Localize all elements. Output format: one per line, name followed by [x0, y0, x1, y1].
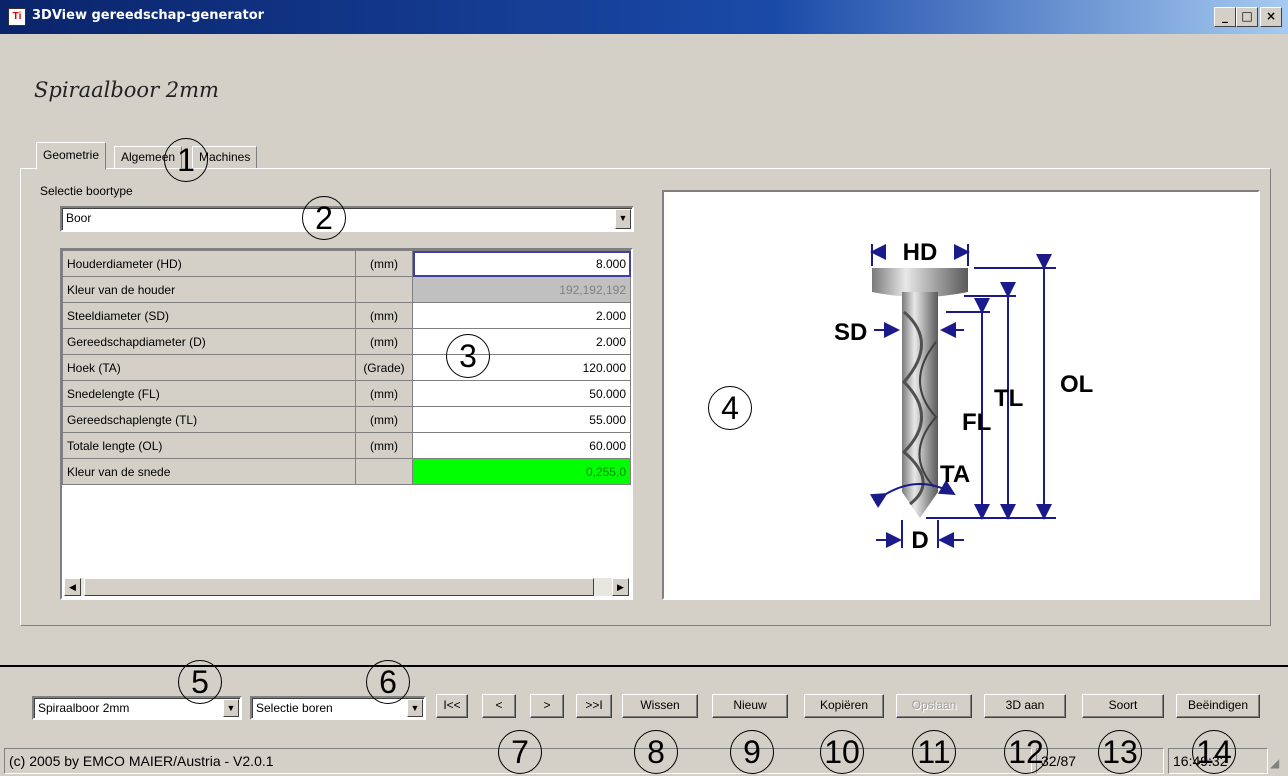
- param-value[interactable]: 60.000: [412, 432, 631, 459]
- prev-record-button[interactable]: <: [482, 694, 516, 718]
- label-ol: OL: [1060, 371, 1093, 398]
- tab-geometrie[interactable]: Geometrie: [36, 142, 107, 170]
- first-record-button[interactable]: I<<: [436, 694, 468, 718]
- minimize-button[interactable]: _: [1214, 7, 1236, 27]
- filter-select-value: Selectie boren: [256, 701, 333, 715]
- label-d: D: [911, 527, 928, 554]
- callout-14: 14: [1192, 730, 1236, 774]
- param-value[interactable]: 2.000: [412, 302, 631, 329]
- chevron-down-icon[interactable]: ▼: [223, 699, 239, 717]
- drill-diagram: HD SD OL TL FL TA D: [834, 239, 1093, 554]
- callout-13: 13: [1098, 730, 1142, 774]
- param-name: Totale lengte (OL): [62, 432, 356, 459]
- param-name: Kleur van de snede: [62, 458, 356, 485]
- maximize-button[interactable]: □: [1236, 7, 1258, 27]
- sort-button[interactable]: Soort: [1082, 694, 1164, 718]
- param-unit: (mm): [354, 328, 414, 355]
- param-name: Snedelengte (FL): [62, 380, 356, 407]
- drill-type-value: Boor: [66, 211, 92, 225]
- callout-3: 3: [446, 334, 490, 378]
- callout-4: 4: [708, 386, 752, 430]
- callout-2: 2: [302, 196, 346, 240]
- param-name: Steeldiameter (SD): [62, 302, 356, 329]
- param-unit: [354, 458, 414, 485]
- callout-10: 10: [820, 730, 864, 774]
- param-value[interactable]: 50.000: [412, 380, 631, 407]
- param-unit: (mm): [354, 250, 414, 277]
- drill-type-select[interactable]: Boor ▼: [60, 206, 634, 232]
- save-button[interactable]: Opslaan: [896, 694, 972, 718]
- drill-diagram-panel: HD SD OL TL FL TA D: [662, 190, 1260, 600]
- table-row[interactable]: Snedelengte (FL) (mm) 50.000: [62, 380, 631, 407]
- table-row[interactable]: Hoek (TA) (Grade) 120.000: [62, 354, 631, 381]
- callout-7: 7: [498, 730, 542, 774]
- param-unit: (mm): [354, 302, 414, 329]
- callout-6: 6: [366, 660, 410, 704]
- label-tl: TL: [994, 385, 1023, 412]
- param-value[interactable]: 0,255,0: [412, 458, 631, 485]
- callout-8: 8: [634, 730, 678, 774]
- callout-9: 9: [730, 730, 774, 774]
- table-row[interactable]: Kleur van de houder 192,192,192: [62, 276, 631, 303]
- next-record-button[interactable]: >: [530, 694, 564, 718]
- label-fl: FL: [962, 409, 991, 436]
- param-value[interactable]: 8.000: [412, 250, 631, 277]
- horizontal-scrollbar[interactable]: ◀ ▶: [64, 578, 629, 596]
- new-button[interactable]: Nieuw: [712, 694, 788, 718]
- scroll-left-icon[interactable]: ◀: [64, 578, 81, 596]
- param-unit: [354, 276, 414, 303]
- window-title: 3DView gereedschap-generator: [32, 8, 265, 23]
- tool-select-value: Spiraalboor 2mm: [38, 701, 130, 715]
- callout-1: 1: [164, 138, 208, 182]
- app-icon: Ti: [8, 8, 26, 26]
- chevron-down-icon[interactable]: ▼: [615, 209, 631, 229]
- close-button[interactable]: ×: [1260, 7, 1282, 27]
- table-row[interactable]: Kleur van de snede 0,255,0: [62, 458, 631, 485]
- parameter-grid[interactable]: Houderdiameter (HD) (mm) 8.000 Kleur van…: [60, 248, 633, 600]
- param-unit: (Grade): [354, 354, 414, 381]
- param-unit: (mm): [354, 380, 414, 407]
- label-hd: HD: [903, 239, 938, 266]
- delete-button[interactable]: Wissen: [622, 694, 698, 718]
- param-name: Gereedschapdiameter (D): [62, 328, 356, 355]
- chevron-down-icon[interactable]: ▼: [407, 699, 423, 717]
- copy-button[interactable]: Kopiëren: [804, 694, 884, 718]
- param-unit: (mm): [354, 432, 414, 459]
- label-ta: TA: [940, 461, 970, 488]
- last-record-button[interactable]: >>I: [576, 694, 612, 718]
- drill-type-label: Selectie boortype: [40, 184, 133, 198]
- table-row[interactable]: Houderdiameter (HD) (mm) 8.000: [62, 250, 631, 277]
- label-sd: SD: [834, 319, 867, 346]
- table-row[interactable]: Steeldiameter (SD) (mm) 2.000: [62, 302, 631, 329]
- exit-button[interactable]: Beëindigen: [1176, 694, 1260, 718]
- param-name: Kleur van de houder: [62, 276, 356, 303]
- param-value[interactable]: 192,192,192: [412, 276, 631, 303]
- scroll-thumb[interactable]: [84, 578, 594, 596]
- resize-grip-icon[interactable]: ◢: [1270, 756, 1279, 770]
- table-row[interactable]: Gereedschaplengte (TL) (mm) 55.000: [62, 406, 631, 433]
- callout-5: 5: [178, 660, 222, 704]
- callout-11: 11: [912, 730, 956, 774]
- table-row[interactable]: Gereedschapdiameter (D) (mm) 2.000: [62, 328, 631, 355]
- param-name: Gereedschaplengte (TL): [62, 406, 356, 433]
- scroll-right-icon[interactable]: ▶: [612, 578, 629, 596]
- callout-12: 12: [1004, 730, 1048, 774]
- title-bar: Ti 3DView gereedschap-generator _ □ ×: [0, 0, 1288, 34]
- param-name: Houderdiameter (HD): [62, 250, 356, 277]
- param-unit: (mm): [354, 406, 414, 433]
- page-title: Spiraalboor 2mm: [34, 78, 219, 102]
- table-row[interactable]: Totale lengte (OL) (mm) 60.000: [62, 432, 631, 459]
- 3d-toggle-button[interactable]: 3D aan: [984, 694, 1066, 718]
- param-name: Hoek (TA): [62, 354, 356, 381]
- param-value[interactable]: 55.000: [412, 406, 631, 433]
